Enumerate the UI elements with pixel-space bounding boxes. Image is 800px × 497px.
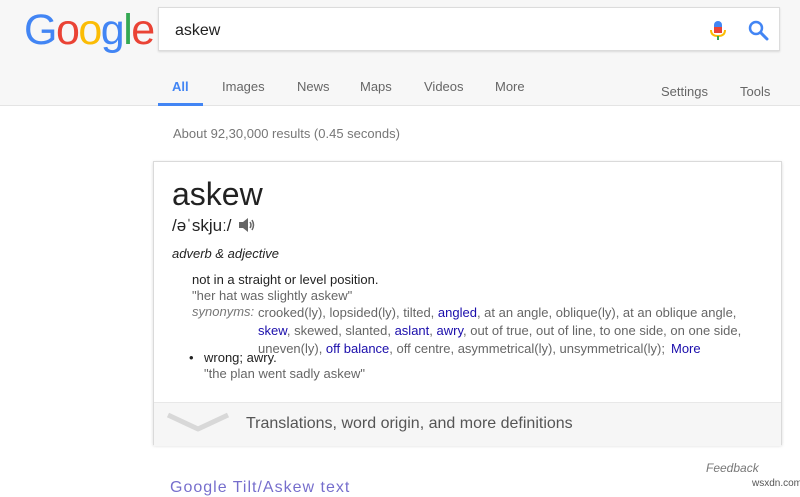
example-1: "her hat was slightly askew" [192,288,353,303]
part-of-speech: adverb & adjective [172,246,279,261]
synonyms-list: crooked(ly), lopsided(ly), tilted, angle… [258,304,768,358]
logo-letter: o [55,6,80,54]
tab-all[interactable]: All [158,70,203,106]
microphone-icon[interactable] [709,20,727,42]
synonym-link[interactable]: off balance [326,341,389,356]
synonym-text: , at an angle, oblique(ly), at an obliqu… [476,305,737,320]
partial-result-link[interactable]: Google Tilt/Askew text [170,479,350,497]
watermark: wsxdn.com [752,478,800,489]
synonyms-more-link[interactable]: More [671,341,701,356]
tab-videos[interactable]: Videos [424,70,464,106]
logo-letter: G [24,6,57,54]
google-logo[interactable]: Google [24,6,155,54]
tab-more[interactable]: More [495,70,525,106]
synonym-line: skew, skewed, slanted, aslant, awry, out… [258,322,768,340]
tab-tools[interactable]: Tools [740,75,770,111]
logo-letter: g [100,6,125,54]
logo-letter: l [123,6,133,54]
search-input[interactable] [173,18,677,44]
top-bar: Google All Images News Maps Videos More … [0,0,800,106]
phonetic-spelling: /əˈskjuː/ [172,216,232,235]
more-definitions-label[interactable]: Translations, word origin, and more defi… [246,415,573,433]
synonym-text: , skewed, slanted, [286,323,395,338]
definition-1: not in a straight or level position. [192,272,379,287]
example-2: "the plan went sadly askew" [204,366,365,381]
synonym-text: , [429,323,437,338]
tab-images[interactable]: Images [222,70,265,106]
more-definitions-bar[interactable]: Translations, word origin, and more defi… [154,402,781,446]
synonym-text: , off centre, asymmetrical(ly), unsymmet… [389,341,665,356]
search-box[interactable] [158,7,780,51]
tab-settings[interactable]: Settings [661,75,708,111]
synonym-line: crooked(ly), lopsided(ly), tilted, angle… [258,304,768,322]
tab-maps[interactable]: Maps [360,70,392,106]
bullet: • [189,350,194,365]
dictionary-word: askew [172,176,263,212]
logo-letter: o [78,6,102,54]
tab-news[interactable]: News [297,70,330,106]
synonym-text: crooked(ly), lopsided(ly), tilted, [258,305,438,320]
synonym-link[interactable]: angled [438,305,477,320]
speaker-icon[interactable] [238,217,256,233]
dictionary-card: askew /əˈskjuː/ adverb & adjective not i… [153,161,782,446]
synonym-link[interactable]: skew [258,323,287,338]
chevron-down-icon[interactable] [166,411,230,433]
synonym-text: , out of true, out of line, to one side,… [463,323,742,338]
synonym-line: uneven(ly), off balance, off centre, asy… [258,340,768,358]
synonym-link[interactable]: awry [437,323,463,338]
logo-letter: e [131,6,155,54]
synonyms-label: synonyms: [192,304,255,319]
definition-2: wrong; awry. [204,350,277,365]
results-stats: About 92,30,000 results (0.45 seconds) [173,126,400,141]
synonym-link[interactable]: aslant [395,323,430,338]
feedback-link[interactable]: Feedback [706,461,759,475]
search-icon[interactable] [747,19,769,41]
